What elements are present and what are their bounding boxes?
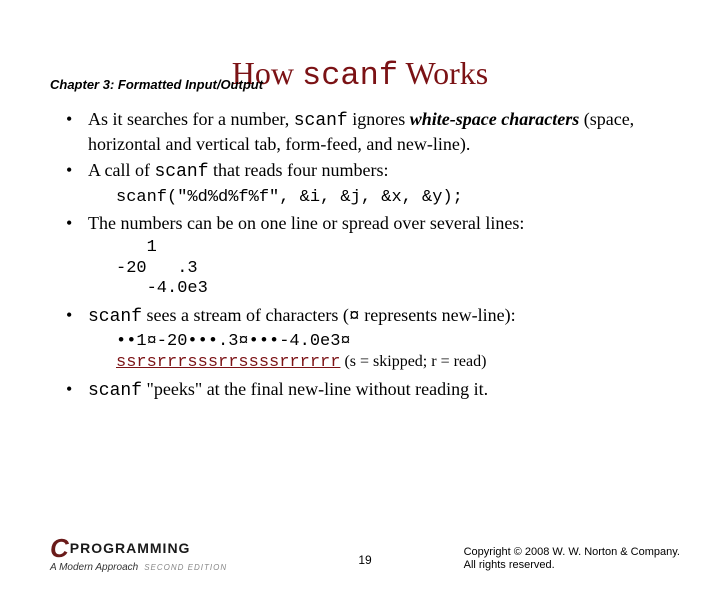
copyright-line1: Copyright © 2008 W. W. Norton & Company.	[464, 546, 680, 560]
b4-legend-req: = read)	[437, 353, 487, 370]
logo-programming: PROGRAMMING	[70, 540, 191, 556]
bullet-list: As it searches for a number, scanf ignor…	[60, 108, 680, 402]
b4-stream: ••1¤-20•••.3¤•••-4.0e3¤	[116, 332, 680, 352]
logo-subtitle: A Modern Approach	[50, 562, 138, 573]
b1-t2: ignores	[348, 109, 410, 129]
b4-sr-letters: ssrsrrrsssrrssssrrrrrr	[116, 353, 340, 372]
b2-code: scanf	[154, 162, 208, 182]
bullet-4: scanf sees a stream of characters (¤ rep…	[60, 304, 680, 374]
bullet-2: A call of scanf that reads four numbers:…	[60, 159, 680, 208]
chapter-label: Chapter 3: Formatted Input/Output	[50, 77, 263, 92]
b3-t1: The numbers can be on one line or spread…	[88, 213, 524, 233]
b4-sym: ¤	[349, 307, 360, 327]
page-number: 19	[358, 553, 371, 567]
bullet-1: As it searches for a number, scanf ignor…	[60, 108, 680, 155]
b2-t1: A call of	[88, 160, 154, 180]
logo-edition: SECOND EDITION	[144, 563, 227, 572]
b1-em: white-space characters	[410, 109, 579, 129]
b2-t2: that reads four numbers:	[209, 160, 389, 180]
b4-legend-seq: = skipped;	[356, 353, 431, 370]
book-logo: CPROGRAMMING A Modern Approach SECOND EDI…	[50, 533, 227, 573]
title-post: Works	[398, 55, 488, 91]
copyright-line2: All rights reserved.	[464, 559, 680, 573]
logo-c: C	[50, 533, 70, 563]
b1-t1: As it searches for a number,	[88, 109, 294, 129]
b4-t1: sees a stream of characters (	[142, 305, 349, 325]
b1-code: scanf	[294, 111, 348, 131]
footer: CPROGRAMMING A Modern Approach SECOND EDI…	[50, 533, 680, 573]
b5-t1: "peeks" at the final new-line without re…	[142, 379, 488, 399]
bullet-5: scanf "peeks" at the final new-line with…	[60, 378, 680, 403]
title-code: scanf	[302, 57, 398, 94]
b5-code: scanf	[88, 381, 142, 401]
b4-legend-open: (	[340, 353, 349, 370]
copyright: Copyright © 2008 W. W. Norton & Company.…	[464, 546, 680, 574]
b4-t2: represents new-line):	[360, 305, 516, 325]
b2-codeblock: scanf("%d%d%f%f", &i, &j, &x, &y);	[116, 188, 680, 208]
b4-sr-row: ssrsrrrsssrrssssrrrrrr (s = skipped; r =…	[116, 352, 680, 373]
bullet-3: The numbers can be on one line or spread…	[60, 212, 680, 300]
b3-codeblock: 1 -20 .3 -4.0e3	[116, 238, 680, 299]
b4-code: scanf	[88, 307, 142, 327]
